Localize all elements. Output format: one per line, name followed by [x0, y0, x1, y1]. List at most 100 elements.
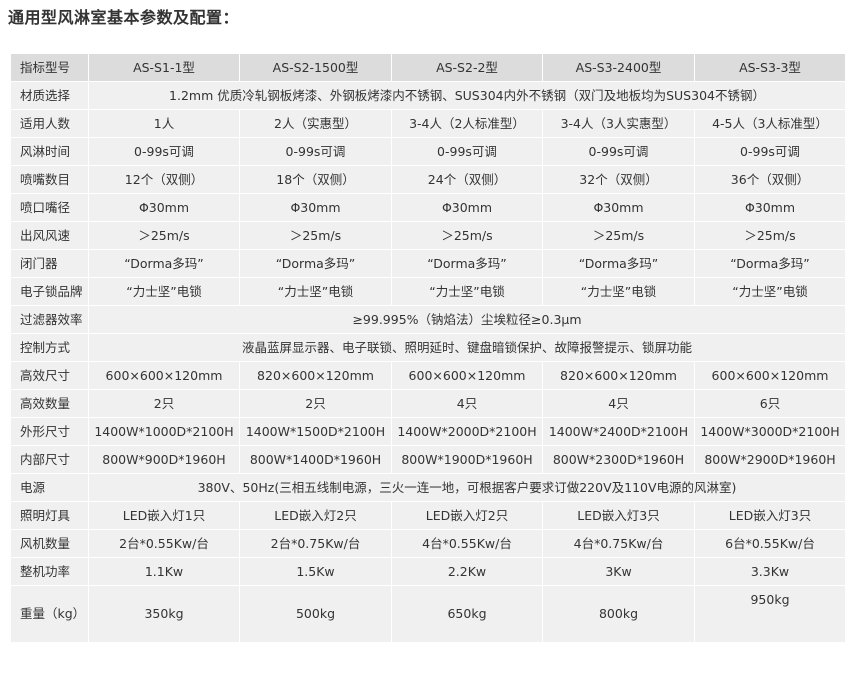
value-cell: 32个（双侧） — [542, 165, 695, 194]
value-cell: 800W*1900D*1960H — [391, 445, 543, 474]
nozzle-diameter-row: 喷口嘴径 Φ30mm Φ30mm Φ30mm Φ30mm Φ30mm — [10, 193, 846, 222]
value-cell: ＞25m/s — [391, 221, 543, 250]
value-cell: 24个（双侧） — [391, 165, 543, 194]
row-label: 整机功率 — [10, 557, 89, 586]
value-cell: Φ30mm — [542, 193, 695, 222]
value-cell: 2人（实惠型） — [239, 109, 392, 138]
value-cell: 1400W*3000D*2100H — [694, 417, 846, 446]
value-cell: 12个（双侧） — [88, 165, 240, 194]
row-label: 高效尺寸 — [10, 361, 89, 390]
value-cell: 0-99s可调 — [542, 137, 695, 166]
value-cell: 1400W*1000D*2100H — [88, 417, 240, 446]
value-cell: 4只 — [542, 389, 695, 418]
model-header-cell: AS-S1-1型 — [88, 53, 240, 82]
row-label: 风淋时间 — [10, 137, 89, 166]
value-cell: 18个（双侧） — [239, 165, 392, 194]
model-header-cell: AS-S3-3型 — [694, 53, 846, 82]
value-cell: 2.2Kw — [391, 557, 543, 586]
value-cell: 1400W*2000D*2100H — [391, 417, 543, 446]
value-cell: ＞25m/s — [542, 221, 695, 250]
value-cell: ＞25m/s — [694, 221, 846, 250]
value-cell: 6台*0.55Kw/台 — [694, 529, 846, 558]
value-cell: Φ30mm — [694, 193, 846, 222]
row-label: 外形尺寸 — [10, 417, 89, 446]
value-cell: ＞25m/s — [88, 221, 240, 250]
value-cell: 1400W*1500D*2100H — [239, 417, 392, 446]
value-cell: 0-99s可调 — [88, 137, 240, 166]
row-label: 适用人数 — [10, 109, 89, 138]
model-header-cell: AS-S3-2400型 — [542, 53, 695, 82]
value-cell: 2台*0.75Kw/台 — [239, 529, 392, 558]
spanning-value-cell: 1.2mm 优质冷轧钢板烤漆、外钢板烤漆内不锈钢、SUS304内外不锈钢（双门及… — [88, 81, 846, 110]
power-supply-row: 电源 380V、50Hz(三相五线制电源，三火一连一地，可根据客户要求订做220… — [10, 473, 846, 502]
value-cell: 1.5Kw — [239, 557, 392, 586]
outer-size-row: 外形尺寸 1400W*1000D*2100H 1400W*1500D*2100H… — [10, 417, 846, 446]
value-cell: Φ30mm — [88, 193, 240, 222]
shower-time-row: 风淋时间 0-99s可调 0-99s可调 0-99s可调 0-99s可调 0-9… — [10, 137, 846, 166]
value-cell: 3.3Kw — [694, 557, 846, 586]
row-label: 照明灯具 — [10, 501, 89, 530]
value-cell: 820×600×120mm — [542, 361, 695, 390]
value-cell: 350kg — [88, 585, 240, 643]
value-cell: ＞25m/s — [239, 221, 392, 250]
row-label: 电子锁品牌 — [10, 277, 89, 306]
value-cell: 3-4人（2人标准型） — [391, 109, 543, 138]
value-cell: “力士坚”电锁 — [88, 277, 240, 306]
value-cell: 500kg — [239, 585, 392, 643]
row-label: 喷口嘴径 — [10, 193, 89, 222]
value-cell: “力士坚”电锁 — [391, 277, 543, 306]
value-cell: 0-99s可调 — [239, 137, 392, 166]
value-cell: Φ30mm — [239, 193, 392, 222]
value-cell: 800W*2900D*1960H — [694, 445, 846, 474]
value-cell: 1人 — [88, 109, 240, 138]
value-cell: 800W*900D*1960H — [88, 445, 240, 474]
value-cell: 0-99s可调 — [391, 137, 543, 166]
value-cell: LED嵌入灯2只 — [239, 501, 392, 530]
row-label: 出风风速 — [10, 221, 89, 250]
value-cell: 2只 — [239, 389, 392, 418]
model-header-cell: AS-S2-1500型 — [239, 53, 392, 82]
fan-count-row: 风机数量 2台*0.55Kw/台 2台*0.75Kw/台 4台*0.55Kw/台… — [10, 529, 846, 558]
row-label: 电源 — [10, 473, 89, 502]
control-mode-row: 控制方式 液晶蓝屏显示器、电子联锁、照明延时、键盘暗锁保护、故障报警提示、锁屏功… — [10, 333, 846, 362]
inner-size-row: 内部尺寸 800W*900D*1960H 800W*1400D*1960H 80… — [10, 445, 846, 474]
value-cell: LED嵌入灯1只 — [88, 501, 240, 530]
material-row: 材质选择 1.2mm 优质冷轧钢板烤漆、外钢板烤漆内不锈钢、SUS304内外不锈… — [10, 81, 846, 110]
value-cell: 820×600×120mm — [239, 361, 392, 390]
value-cell: 650kg — [391, 585, 543, 643]
spanning-value-cell: ≥99.995%（钠焰法）尘埃粒径≥0.3μm — [88, 305, 846, 334]
weight-row: 重量（kg） 350kg 500kg 650kg 800kg 950kg — [10, 585, 846, 643]
value-cell: 4-5人（3人标准型） — [694, 109, 846, 138]
value-cell: 2台*0.55Kw/台 — [88, 529, 240, 558]
value-cell: 950kg — [694, 585, 846, 643]
row-label: 内部尺寸 — [10, 445, 89, 474]
value-cell: 600×600×120mm — [391, 361, 543, 390]
value-cell: 3-4人（3人实惠型） — [542, 109, 695, 138]
row-label: 材质选择 — [10, 81, 89, 110]
value-cell: LED嵌入灯3只 — [542, 501, 695, 530]
value-cell: 800W*2300D*1960H — [542, 445, 695, 474]
value-cell: Φ30mm — [391, 193, 543, 222]
value-cell: 6只 — [694, 389, 846, 418]
value-cell: 1.1Kw — [88, 557, 240, 586]
value-cell: “Dorma多玛” — [88, 249, 240, 278]
row-label: 过滤器效率 — [10, 305, 89, 334]
row-label: 高效数量 — [10, 389, 89, 418]
value-cell: 3Kw — [542, 557, 695, 586]
value-cell: LED嵌入灯3只 — [694, 501, 846, 530]
hepa-size-row: 高效尺寸 600×600×120mm 820×600×120mm 600×600… — [10, 361, 846, 390]
value-cell: 2只 — [88, 389, 240, 418]
value-cell: LED嵌入灯2只 — [391, 501, 543, 530]
model-header-cell: AS-S2-2型 — [391, 53, 543, 82]
row-label: 控制方式 — [10, 333, 89, 362]
row-label: 重量（kg） — [10, 585, 89, 643]
value-cell: 36个（双侧） — [694, 165, 846, 194]
value-cell: 4台*0.55Kw/台 — [391, 529, 543, 558]
total-power-row: 整机功率 1.1Kw 1.5Kw 2.2Kw 3Kw 3.3Kw — [10, 557, 846, 586]
spec-table: 指标型号 AS-S1-1型 AS-S2-1500型 AS-S2-2型 AS-S3… — [10, 53, 846, 643]
row-label: 风机数量 — [10, 529, 89, 558]
spanning-value-cell: 380V、50Hz(三相五线制电源，三火一连一地，可根据客户要求订做220V及1… — [88, 473, 846, 502]
row-label: 闭门器 — [10, 249, 89, 278]
nozzle-count-row: 喷嘴数目 12个（双侧） 18个（双侧） 24个（双侧） 32个（双侧） 36个… — [10, 165, 846, 194]
value-cell: 0-99s可调 — [694, 137, 846, 166]
